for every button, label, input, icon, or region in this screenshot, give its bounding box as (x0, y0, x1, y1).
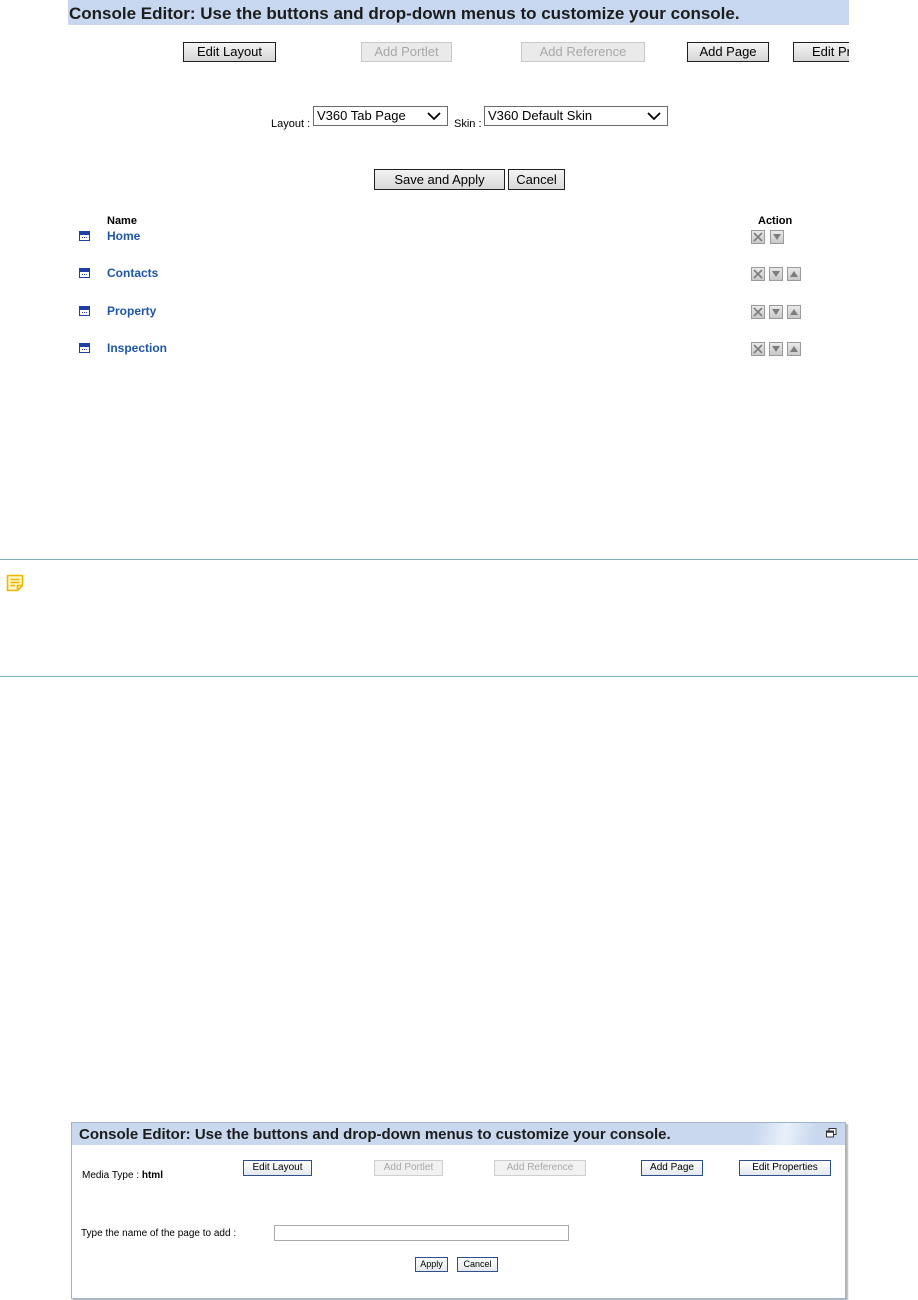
add-portlet-button: Add Portlet (374, 1160, 443, 1176)
edit-properties-button[interactable]: Edit Properties (793, 42, 849, 62)
layout-label: Layout : (271, 118, 311, 130)
skin-label: Skin : (454, 118, 482, 130)
media-type-label: Media Type : html (82, 1170, 163, 1181)
edit-properties-button[interactable]: Edit Properties (739, 1160, 831, 1176)
add-reference-button: Add Reference (494, 1160, 586, 1176)
move-down-icon[interactable] (769, 267, 783, 281)
page-link-inspection[interactable]: Inspection (107, 341, 167, 355)
page-name-label: Type the name of the page to add : (81, 1228, 237, 1239)
skin-select-value: V360 Default Skin (488, 108, 593, 123)
media-type-label-text: Media Type : (82, 1170, 140, 1181)
skin-select[interactable]: V360 Default Skin (484, 106, 668, 126)
cancel-button[interactable]: Cancel (457, 1257, 498, 1272)
cancel-button[interactable]: Cancel (508, 169, 565, 190)
note-bottom-rule (0, 676, 918, 677)
name-column-header: Name (107, 215, 137, 227)
page-link-contacts[interactable]: Contacts (107, 266, 158, 280)
page-icon (79, 343, 90, 353)
panel1-title: Console Editor: Use the buttons and drop… (69, 4, 740, 23)
panel2-title: Console Editor: Use the buttons and drop… (79, 1126, 671, 1143)
chevron-down-icon (647, 112, 661, 121)
note-top-rule (0, 559, 918, 560)
page-name-input[interactable] (274, 1225, 569, 1241)
move-down-icon[interactable] (770, 230, 784, 244)
note-icon (6, 574, 24, 592)
add-portlet-button: Add Portlet (361, 42, 452, 62)
edit-layout-button[interactable]: Edit Layout (243, 1160, 312, 1176)
move-down-icon[interactable] (769, 305, 783, 319)
move-down-icon[interactable] (769, 342, 783, 356)
move-up-icon[interactable] (787, 305, 801, 319)
add-reference-button: Add Reference (521, 42, 645, 62)
move-up-icon[interactable] (787, 267, 801, 281)
save-and-apply-button[interactable]: Save and Apply (374, 169, 505, 190)
page-icon (79, 268, 90, 278)
layout-select-value: V360 Tab Page (317, 108, 406, 123)
page-icon (79, 306, 90, 316)
apply-button[interactable]: Apply (415, 1257, 448, 1272)
panel1-toolbar: Edit Layout Add Portlet Add Reference Ad… (68, 30, 849, 70)
page-icon (79, 231, 90, 241)
page-link-home[interactable]: Home (107, 229, 140, 243)
panel2-console-editor: Console Editor: Use the buttons and drop… (71, 1122, 846, 1299)
delete-icon[interactable] (751, 230, 765, 244)
add-page-button[interactable]: Add Page (641, 1160, 703, 1176)
page-link-property[interactable]: Property (107, 304, 156, 318)
chevron-down-icon (427, 112, 441, 121)
edit-layout-button[interactable]: Edit Layout (183, 42, 276, 62)
add-page-button[interactable]: Add Page (687, 42, 769, 62)
media-type-value: html (141, 1170, 163, 1181)
action-column-header: Action (758, 215, 793, 227)
delete-icon[interactable] (751, 267, 765, 281)
delete-icon[interactable] (751, 305, 765, 319)
move-up-icon[interactable] (787, 342, 801, 356)
restore-icon[interactable] (826, 1128, 837, 1138)
layout-select[interactable]: V360 Tab Page (313, 106, 448, 126)
delete-icon[interactable] (751, 342, 765, 356)
